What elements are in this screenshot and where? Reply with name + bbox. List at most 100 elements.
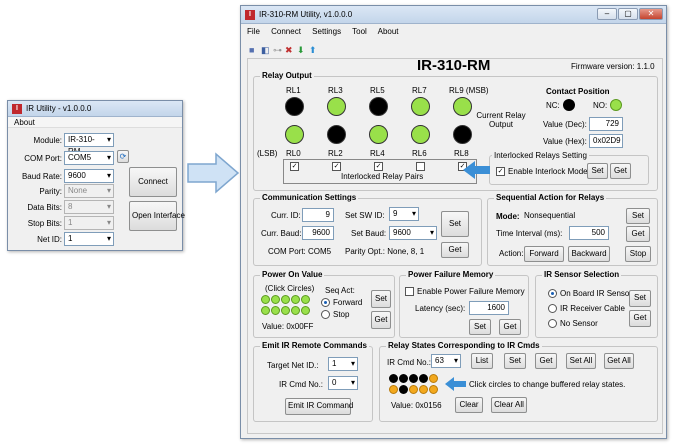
value-hex-field[interactable]: 0x02D9 — [589, 134, 623, 148]
maximize-button[interactable]: ▢ — [618, 8, 638, 20]
open-interface-button[interactable]: Open Interface — [129, 201, 185, 231]
interlock-get-button[interactable]: Get — [610, 163, 631, 179]
relay-rl0[interactable] — [285, 125, 304, 144]
close-button[interactable]: ✕ — [639, 8, 663, 20]
list-button[interactable]: List — [471, 353, 493, 369]
no-sensor-radio[interactable] — [548, 319, 557, 328]
power-on-bit[interactable] — [301, 295, 310, 304]
buffer-bit[interactable] — [429, 374, 438, 383]
relay-rl8[interactable] — [453, 125, 472, 144]
relay-rl4[interactable] — [369, 125, 388, 144]
relay-rl3[interactable] — [327, 97, 346, 116]
menu-about-main[interactable]: About — [378, 27, 399, 36]
connect-button[interactable]: Connect — [129, 167, 177, 197]
set-all-button[interactable]: Set All — [566, 353, 596, 369]
onboard-sensor-radio[interactable] — [548, 289, 557, 298]
set-baud-select[interactable]: 9600 — [389, 226, 437, 240]
set-sw-id-select[interactable]: 9 — [389, 207, 419, 221]
value-dec-field[interactable]: 729 — [589, 117, 623, 131]
power-failure-set-button[interactable]: Set — [469, 319, 491, 335]
com-port-select[interactable]: COM5 — [64, 151, 114, 165]
power-on-bit[interactable] — [281, 306, 290, 315]
time-interval-field[interactable]: 500 — [569, 226, 609, 240]
forward-button[interactable]: Forward — [524, 246, 564, 262]
power-on-set-button[interactable]: Set — [371, 290, 391, 308]
relay-states-cmd-select[interactable]: 63 — [431, 354, 461, 368]
relay-rl6[interactable] — [411, 125, 430, 144]
latency-field[interactable]: 1600 — [469, 301, 509, 315]
interlock-check-0[interactable]: ✓ — [290, 162, 299, 171]
menu-tool[interactable]: Tool — [352, 27, 367, 36]
buffer-bit[interactable] — [419, 385, 428, 394]
power-failure-get-button[interactable]: Get — [499, 319, 521, 335]
power-on-bit[interactable] — [281, 295, 290, 304]
download-icon[interactable]: ⬇ — [297, 46, 306, 55]
curr-baud-field[interactable]: 9600 — [302, 226, 334, 240]
menu-about[interactable]: About — [14, 118, 35, 127]
target-net-id-select[interactable]: 1 — [328, 357, 358, 371]
ir-sensor-set-button[interactable]: Set — [629, 290, 651, 307]
curr-id-field[interactable]: 9 — [302, 208, 334, 222]
stop-button[interactable]: Stop — [625, 246, 651, 262]
comm-set-button[interactable]: Set — [441, 211, 469, 237]
clear-all-button[interactable]: Clear All — [491, 397, 527, 413]
relay-states-get-button[interactable]: Get — [535, 353, 557, 369]
interlock-check-3[interactable] — [416, 162, 425, 171]
interlock-arrow-icon — [463, 161, 490, 179]
relay-rl5[interactable] — [369, 97, 388, 116]
ir-sensor-get-button[interactable]: Get — [629, 310, 651, 327]
enable-interlock-checkbox[interactable]: ✓ — [496, 167, 505, 176]
relay-rl9[interactable] — [453, 97, 472, 116]
emit-cmd-select[interactable]: 0 — [328, 376, 358, 390]
interlock-check-2[interactable]: ✓ — [374, 162, 383, 171]
minimize-button[interactable]: – — [597, 8, 617, 20]
relay-states-set-button[interactable]: Set — [504, 353, 526, 369]
save-icon[interactable]: ◧ — [261, 46, 270, 55]
power-on-bit[interactable] — [291, 295, 300, 304]
menu-connect[interactable]: Connect — [271, 27, 301, 36]
seq-set-button[interactable]: Set — [626, 208, 650, 224]
enable-power-failure-checkbox[interactable] — [405, 287, 414, 296]
forward-radio[interactable] — [321, 298, 330, 307]
menu-settings[interactable]: Settings — [312, 27, 341, 36]
buffer-bit[interactable] — [399, 374, 408, 383]
comm-get-button[interactable]: Get — [441, 242, 469, 258]
connect-icon[interactable]: ⊶ — [273, 46, 282, 55]
power-on-bit[interactable] — [301, 306, 310, 315]
buffer-bit[interactable] — [389, 374, 398, 383]
upload-icon[interactable]: ⬆ — [309, 46, 318, 55]
power-on-bit[interactable] — [271, 295, 280, 304]
relay-rl1[interactable] — [285, 97, 304, 116]
buffer-bit[interactable] — [409, 374, 418, 383]
buffer-bit[interactable] — [389, 385, 398, 394]
disconnect-icon[interactable]: ✖ — [285, 46, 294, 55]
net-id-select[interactable]: 1 — [64, 232, 114, 246]
seq-get-button[interactable]: Get — [626, 226, 650, 242]
module-select[interactable]: IR-310-RM — [64, 133, 114, 156]
power-on-bit[interactable] — [261, 306, 270, 315]
backward-button[interactable]: Backward — [568, 246, 610, 262]
clear-button[interactable]: Clear — [455, 397, 483, 413]
refresh-ports-button[interactable]: ⟳ — [117, 150, 129, 163]
stop-radio[interactable] — [321, 310, 330, 319]
power-on-bit[interactable] — [261, 295, 270, 304]
buffer-bit[interactable] — [399, 385, 408, 394]
get-all-button[interactable]: Get All — [604, 353, 634, 369]
relay-rl7[interactable] — [411, 97, 430, 116]
buffer-bit[interactable] — [429, 385, 438, 394]
menu-file[interactable]: File — [247, 27, 260, 36]
small-window-title: IR Utility - v1.0.0.0 — [26, 104, 92, 113]
interlock-set-button[interactable]: Set — [587, 163, 608, 179]
buffer-hint-arrow-icon — [445, 377, 466, 391]
receiver-cable-radio[interactable] — [548, 304, 557, 313]
relay-rl2[interactable] — [327, 125, 346, 144]
interlock-check-1[interactable]: ✓ — [332, 162, 341, 171]
open-icon[interactable]: ■ — [249, 46, 258, 55]
power-on-get-button[interactable]: Get — [371, 311, 391, 329]
power-on-bit[interactable] — [291, 306, 300, 315]
emit-ir-command-button[interactable]: Emit IR Command — [285, 398, 353, 415]
baud-rate-select[interactable]: 9600 — [64, 169, 114, 183]
buffer-bit[interactable] — [409, 385, 418, 394]
buffer-bit[interactable] — [419, 374, 428, 383]
power-on-bit[interactable] — [271, 306, 280, 315]
